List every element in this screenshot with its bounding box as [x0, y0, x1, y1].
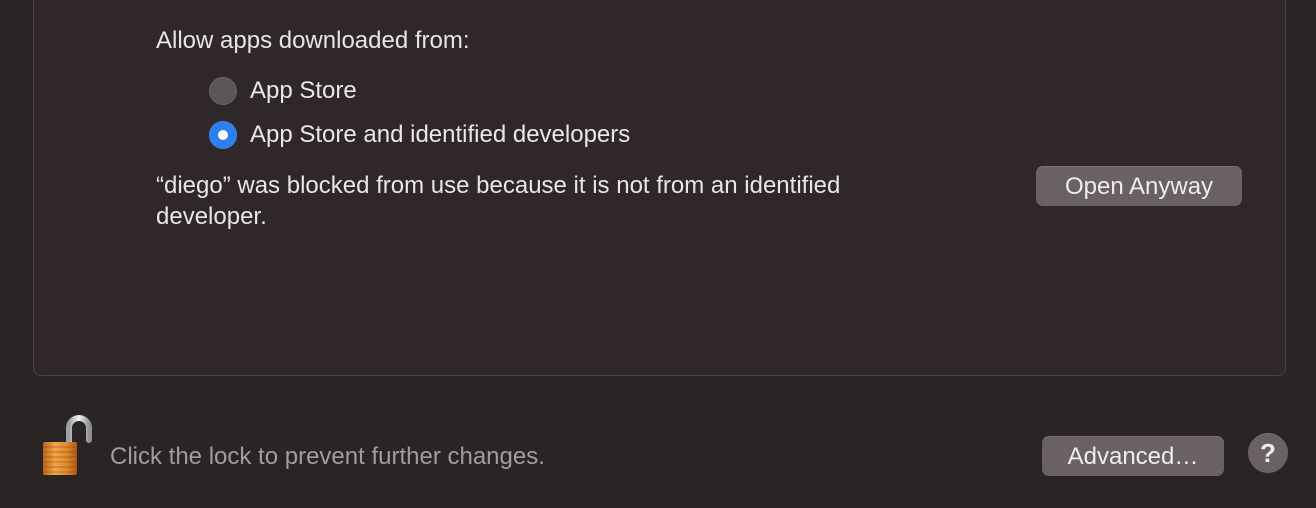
blocked-app-message: “diego” was blocked from use because it …: [156, 172, 841, 230]
radio-option-app-store-identified-developers[interactable]: App Store and identified developers: [209, 120, 630, 150]
radio-label-identified-developers: App Store and identified developers: [250, 121, 631, 148]
allow-apps-heading: Allow apps downloaded from:: [156, 27, 470, 54]
radio-option-app-store[interactable]: App Store: [209, 76, 357, 106]
lock-status-text: Click the lock to prevent further change…: [110, 443, 545, 470]
unlocked-padlock-icon[interactable]: [38, 414, 94, 478]
radio-label-app-store: App Store: [250, 77, 357, 104]
radio-button-selected-icon[interactable]: [209, 121, 237, 149]
radio-button-unselected-icon[interactable]: [209, 77, 237, 105]
question-mark-icon: ?: [1260, 438, 1276, 468]
advanced-button[interactable]: Advanced…: [1042, 436, 1224, 476]
help-button[interactable]: ?: [1248, 433, 1288, 473]
open-anyway-button[interactable]: Open Anyway: [1036, 166, 1242, 206]
